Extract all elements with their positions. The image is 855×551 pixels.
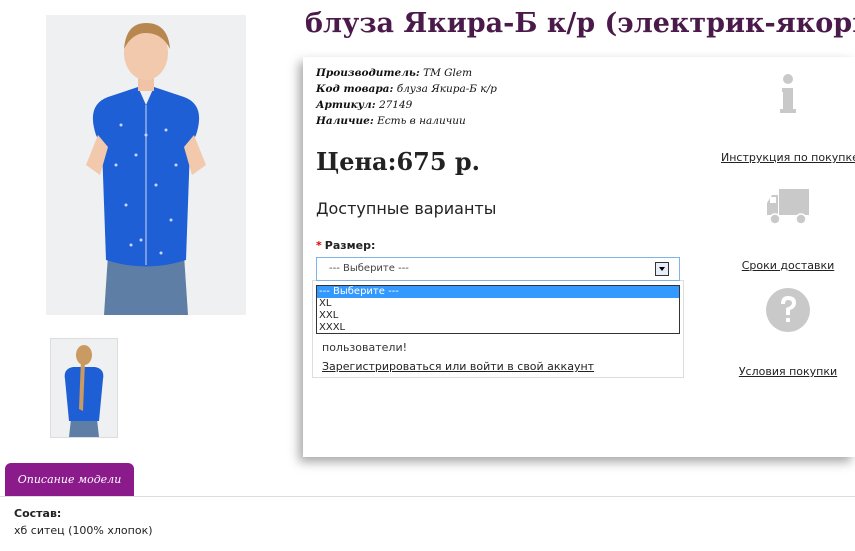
size-option[interactable]: XXL — [317, 310, 679, 322]
truck-icon — [767, 189, 809, 225]
property-availability: Наличие: Есть в наличии — [316, 115, 466, 127]
variants-heading: Доступные варианты — [316, 199, 497, 218]
product-properties: Производитель: TM Glem Код товара: блуза… — [316, 65, 497, 129]
property-manufacturer: Производитель: TM Glem — [316, 67, 473, 79]
dropdown-arrow-icon[interactable] — [655, 262, 669, 276]
size-label: * Размер: — [316, 239, 376, 252]
property-product-code: Код товара: блуза Якира-Б к/р — [316, 83, 497, 95]
product-title: блуза Якира-Б к/р (электрик-якорь) — [305, 8, 855, 39]
tab-description[interactable]: Описание модели — [5, 463, 134, 496]
composition-label: Состав: — [14, 507, 62, 520]
register-login-link[interactable]: Зарегистрироваться или войти в свой акка… — [322, 360, 594, 373]
delivery-link[interactable]: Сроки доставки — [721, 259, 855, 272]
composition-value: хб ситец (100% хлопок) — [14, 524, 153, 537]
thumbnail-illustration — [51, 339, 117, 437]
question-icon — [766, 288, 810, 332]
size-option[interactable]: XXXL — [317, 322, 679, 334]
property-article: Артикул: 27149 — [316, 99, 413, 111]
size-dropdown-list: --- Выберите --- XL XXL XXXL — [316, 285, 680, 334]
login-notice-text: пользователи! — [322, 341, 408, 354]
tab-divider — [0, 496, 855, 497]
instructions-link[interactable]: Инструкция по покупке — [721, 151, 855, 164]
size-option[interactable]: --- Выберите --- — [317, 286, 679, 298]
sidebar-item-delivery: Сроки доставки — [721, 181, 855, 272]
required-mark: * — [316, 239, 322, 252]
info-icon — [780, 74, 796, 113]
product-thumbnail[interactable] — [50, 338, 118, 438]
sidebar-item-terms: Условия покупки — [721, 285, 855, 378]
terms-link[interactable]: Условия покупки — [721, 365, 855, 378]
size-option[interactable]: XL — [317, 298, 679, 310]
size-select-value: --- Выберите --- — [329, 263, 409, 274]
product-photo-illustration — [46, 15, 246, 315]
sidebar-item-instructions: Инструкция по покупке — [721, 69, 855, 164]
size-select[interactable]: --- Выберите --- — [316, 257, 680, 281]
product-info-panel: Производитель: TM Glem Код товара: блуза… — [303, 57, 855, 457]
product-main-image[interactable] — [46, 15, 246, 315]
product-price: Цена:675 р. — [316, 147, 481, 176]
